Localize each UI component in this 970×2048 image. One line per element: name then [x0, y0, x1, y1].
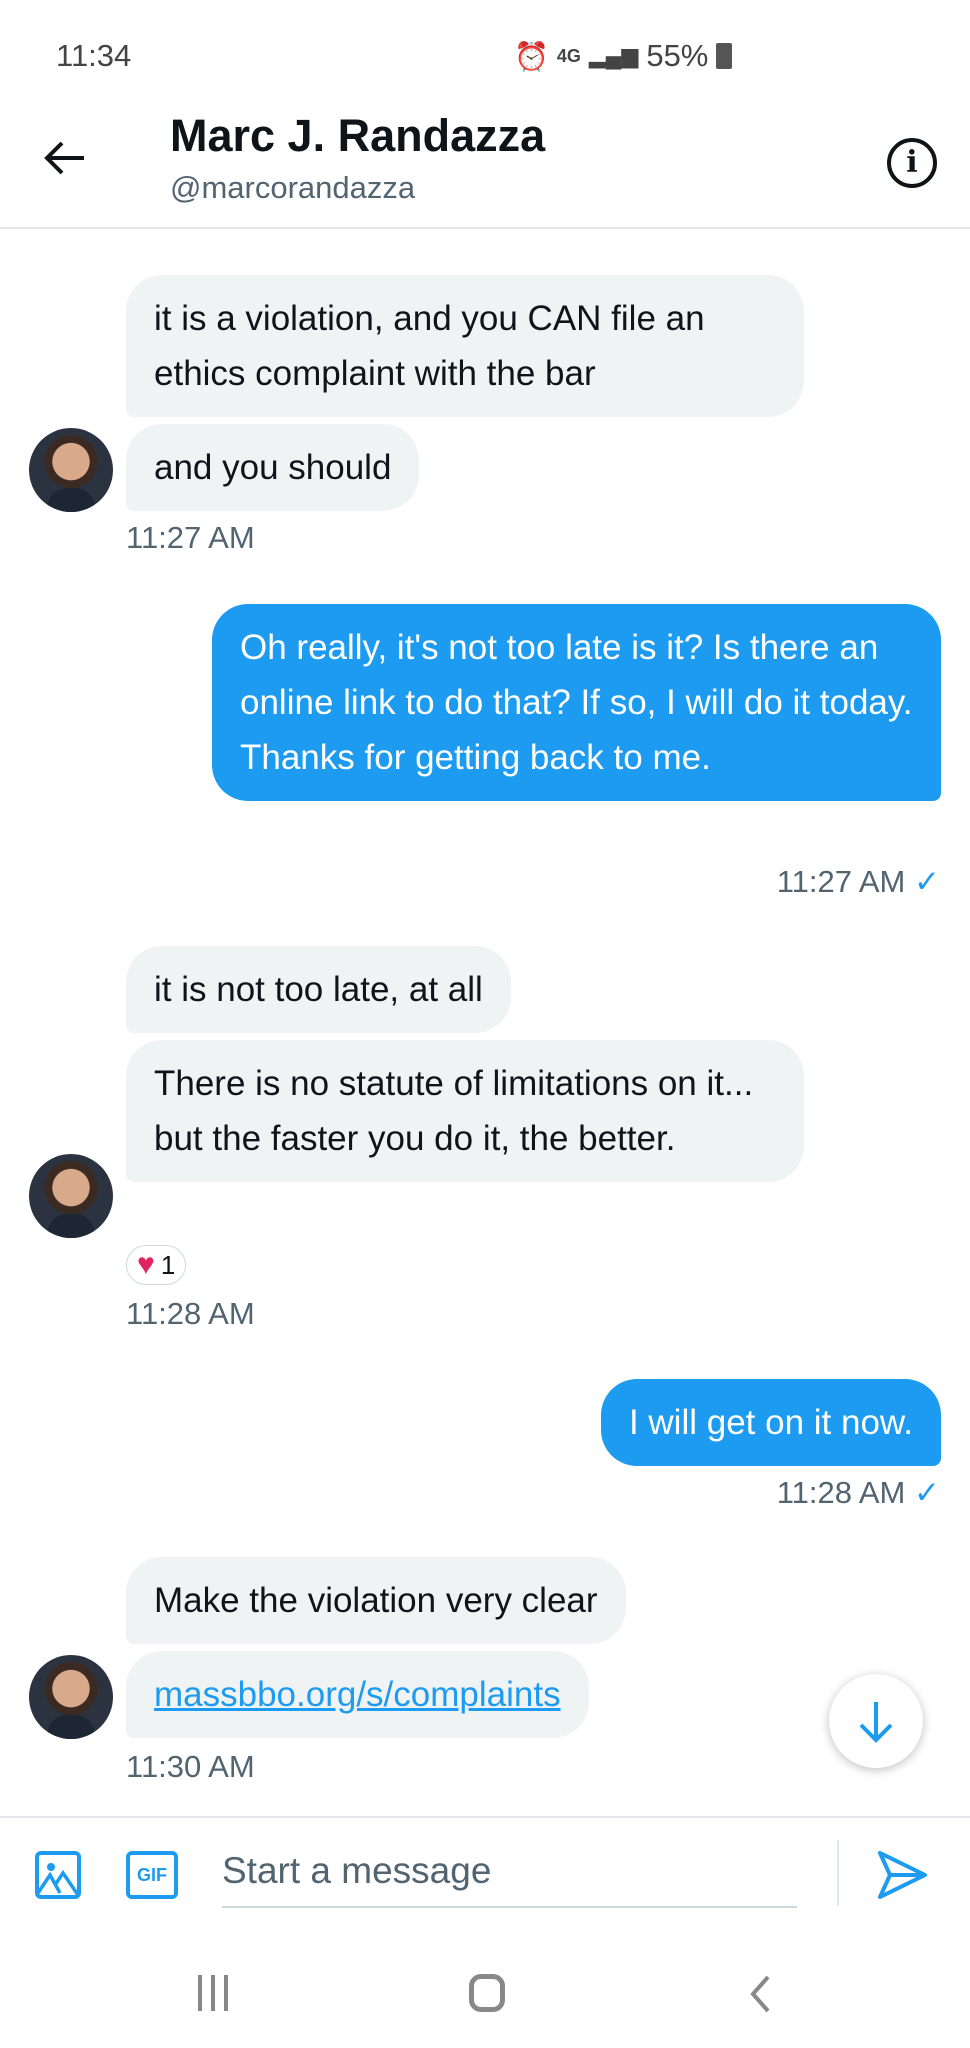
message-received: Make the violation very clear: [126, 1557, 626, 1644]
contact-name: Marc J. Randazza: [170, 110, 546, 161]
reaction-count: 1: [160, 1249, 176, 1280]
contact-handle: @marcorandazza: [170, 170, 416, 205]
message-received: There is no statute of limitations on it…: [126, 1040, 804, 1182]
network-label: 4G: [556, 45, 581, 66]
message-time: 11:28 AM: [126, 1296, 255, 1331]
send-icon: [878, 1851, 927, 1899]
message-received-link: massbbo.org/s/complaints: [126, 1651, 589, 1738]
back-button[interactable]: [44, 140, 86, 181]
signal-icon: ▂▄▆: [588, 43, 639, 68]
composer-separator: [837, 1840, 839, 1906]
avatar[interactable]: [29, 1154, 113, 1238]
arrow-down-icon: [859, 1702, 893, 1743]
message-time: 11:30 AM: [126, 1749, 255, 1784]
battery-icon: [716, 43, 733, 69]
time-label: 11:28 AM: [776, 1475, 906, 1510]
read-check-icon: ✓: [914, 864, 940, 899]
status-icons: ⏰ 4G ▂▄▆ 55%: [514, 38, 733, 74]
recents-icon: [198, 1975, 228, 2011]
read-check-icon: ✓: [914, 1475, 940, 1510]
image-icon: [35, 1851, 81, 1899]
message-received: it is a violation, and you CAN file an e…: [126, 275, 804, 417]
message-time-sent: 11:28 AM ✓: [777, 1475, 940, 1511]
message-sent: Oh really, it's not too late is it? Is t…: [212, 604, 941, 801]
message-sent: I will get on it now.: [600, 1379, 941, 1466]
scroll-to-bottom-button[interactable]: [829, 1674, 923, 1768]
chevron-left-icon: [750, 1975, 770, 2013]
message-received: and you should: [126, 424, 420, 511]
back-nav-button[interactable]: [748, 1974, 772, 2019]
reaction-badge[interactable]: ♥ 1: [126, 1245, 187, 1285]
complaints-link[interactable]: massbbo.org/s/complaints: [154, 1675, 561, 1714]
heart-icon: ♥: [137, 1248, 155, 1281]
message-time-sent: 11:27 AM ✓: [777, 864, 940, 900]
composer-divider: [0, 1816, 970, 1818]
media-button[interactable]: [35, 1851, 81, 1904]
gif-button[interactable]: GIF: [126, 1851, 178, 1899]
time-label: 11:27 AM: [776, 864, 906, 899]
message-time: 11:27 AM: [126, 520, 255, 555]
info-icon[interactable]: i: [887, 138, 937, 188]
recents-nav-button[interactable]: [198, 1975, 228, 2011]
avatar[interactable]: [29, 428, 113, 512]
avatar[interactable]: [29, 1655, 113, 1739]
message-received: it is not too late, at all: [126, 946, 511, 1033]
send-button[interactable]: [876, 1850, 928, 1905]
alarm-icon: ⏰: [514, 40, 549, 72]
status-time: 11:34: [56, 38, 132, 73]
header-divider: [0, 227, 970, 229]
home-nav-button[interactable]: [469, 1974, 505, 2012]
message-input[interactable]: Start a message: [222, 1846, 797, 1908]
back-arrow-icon: [44, 141, 84, 175]
battery-level: 55%: [646, 38, 709, 73]
